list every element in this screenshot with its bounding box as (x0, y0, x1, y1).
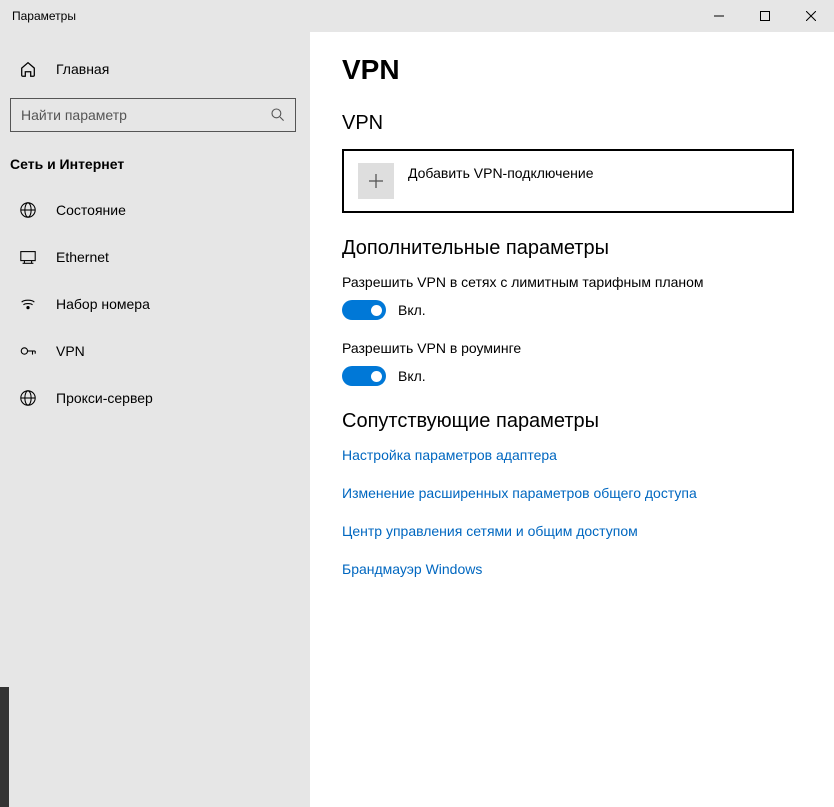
section-vpn-heading: VPN (342, 112, 794, 135)
section-advanced-heading: Дополнительные параметры (342, 237, 794, 260)
link-network-center[interactable]: Центр управления сетями и общим доступом (342, 523, 794, 539)
section-related-heading: Сопутствующие параметры (342, 410, 794, 433)
plus-icon (358, 163, 394, 199)
link-firewall[interactable]: Брандмауэр Windows (342, 561, 794, 577)
home-icon (18, 60, 38, 78)
category-heading: Сеть и Интернет (0, 150, 310, 186)
search-icon (261, 107, 295, 123)
page-title: VPN (342, 54, 794, 86)
link-sharing-settings[interactable]: Изменение расширенных параметров общего … (342, 485, 794, 501)
sidebar-item-ethernet[interactable]: Ethernet (0, 233, 310, 280)
metered-toggle[interactable] (342, 300, 386, 320)
sidebar-item-label: Прокси-сервер (56, 390, 153, 406)
dialup-icon (18, 295, 38, 313)
metered-label: Разрешить VPN в сетях с лимитным тарифны… (342, 274, 794, 290)
search-input[interactable] (11, 107, 261, 123)
ethernet-icon (18, 248, 38, 266)
sidebar-item-label: Состояние (56, 202, 126, 218)
sidebar-item-proxy[interactable]: Прокси-сервер (0, 374, 310, 421)
search-box[interactable] (10, 98, 296, 132)
titlebar: Параметры (0, 0, 834, 32)
sidebar: Главная Сеть и Интернет Состояние (0, 32, 310, 807)
vpn-icon (18, 342, 38, 360)
globe-icon (18, 201, 38, 219)
sidebar-item-status[interactable]: Состояние (0, 186, 310, 233)
sidebar-item-vpn[interactable]: VPN (0, 327, 310, 374)
metered-state: Вкл. (398, 302, 426, 318)
link-adapter-settings[interactable]: Настройка параметров адаптера (342, 447, 794, 463)
home-link[interactable]: Главная (0, 52, 310, 86)
roaming-toggle[interactable] (342, 366, 386, 386)
add-vpn-button[interactable]: Добавить VPN-подключение (342, 149, 794, 213)
maximize-button[interactable] (742, 0, 788, 32)
window-title: Параметры (0, 9, 76, 23)
roaming-state: Вкл. (398, 368, 426, 384)
left-accent-bar (0, 687, 9, 807)
sidebar-item-label: Набор номера (56, 296, 150, 312)
close-button[interactable] (788, 0, 834, 32)
main-pane: VPN VPN Добавить VPN-подключение Дополни… (310, 32, 834, 807)
proxy-icon (18, 389, 38, 407)
roaming-label: Разрешить VPN в роуминге (342, 340, 794, 356)
minimize-button[interactable] (696, 0, 742, 32)
home-label: Главная (56, 61, 109, 77)
sidebar-item-label: VPN (56, 343, 85, 359)
sidebar-item-label: Ethernet (56, 249, 109, 265)
sidebar-item-dialup[interactable]: Набор номера (0, 280, 310, 327)
add-vpn-label: Добавить VPN-подключение (408, 165, 594, 181)
